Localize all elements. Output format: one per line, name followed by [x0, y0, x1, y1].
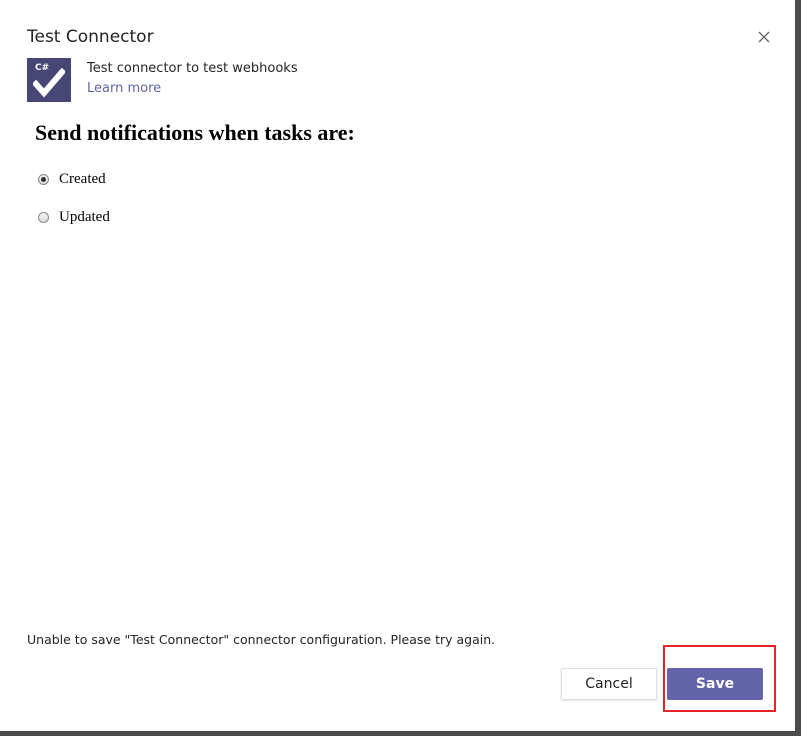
learn-more-link[interactable]: Learn more	[87, 81, 161, 96]
window-edge-right	[795, 0, 801, 736]
error-message: Unable to save "Test Connector" connecto…	[27, 632, 496, 647]
save-button[interactable]: Save	[667, 668, 763, 700]
connector-dialog: Test Connector C# Test connector to test…	[0, 0, 795, 731]
cancel-button[interactable]: Cancel	[561, 668, 657, 700]
checkmark-icon	[33, 68, 65, 98]
radio-label-updated: Updated	[59, 208, 110, 225]
radio-created[interactable]	[38, 173, 49, 185]
dialog-title: Test Connector	[27, 27, 154, 47]
app-description: Test connector to test webhooks	[87, 61, 298, 76]
close-button[interactable]	[754, 27, 774, 47]
radio-option-updated[interactable]: Updated	[38, 207, 110, 227]
radio-option-created[interactable]: Created	[38, 169, 106, 189]
window-edge-bottom	[0, 731, 801, 736]
app-icon: C#	[27, 58, 71, 102]
notifications-heading: Send notifications when tasks are:	[35, 120, 355, 145]
close-icon	[758, 31, 770, 43]
radio-updated[interactable]	[38, 211, 49, 223]
radio-label-created: Created	[59, 170, 106, 187]
